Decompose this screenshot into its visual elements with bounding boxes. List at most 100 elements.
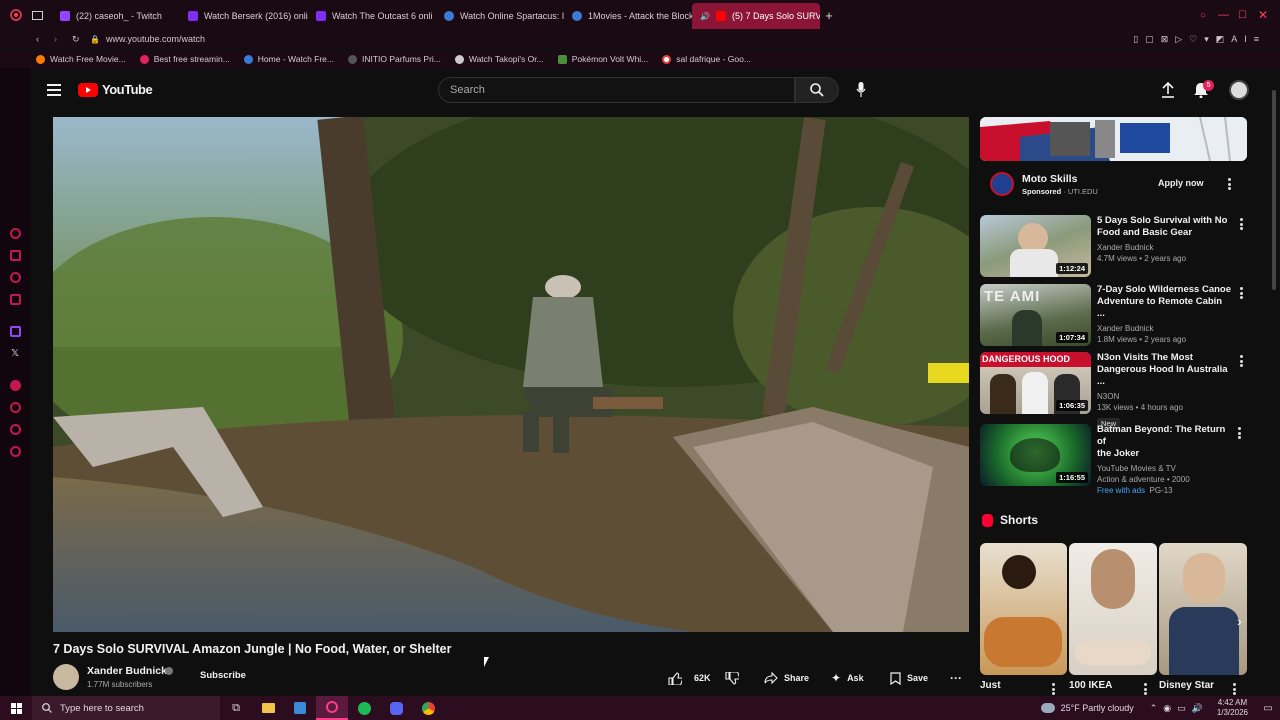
recommendation-channel[interactable]: Xander Budnick [1097, 242, 1232, 253]
twitch-sidebar-icon[interactable] [10, 326, 21, 337]
microphone-icon[interactable] [856, 82, 866, 103]
close-window-button[interactable]: ✕ [1258, 8, 1280, 22]
chrome-icon[interactable] [412, 701, 444, 715]
save-button[interactable]: Save [890, 667, 928, 689]
bookmark[interactable]: Best free streamin... [139, 54, 230, 64]
bookmark[interactable]: Pokémon Volt Whi... [557, 54, 648, 64]
recommendation-menu-icon[interactable] [1240, 287, 1244, 299]
ad-title[interactable]: Moto Skills [1022, 173, 1077, 185]
video-thumbnail[interactable]: 1:16:55 [980, 424, 1091, 486]
recommendation-channel[interactable]: YouTube Movies & TV [1097, 463, 1232, 474]
file-explorer-icon[interactable] [252, 703, 284, 713]
notification-center-icon[interactable]: ▭ [1256, 703, 1280, 714]
windows-start-icon[interactable] [0, 702, 32, 714]
spotify-sidebar-icon[interactable] [10, 380, 21, 391]
bookmarks-bar: Watch Free Movie... Best free streamin..… [0, 50, 1280, 68]
channel-avatar[interactable] [53, 664, 79, 690]
browser-tab-active[interactable]: 🔊 (5) 7 Days Solo SURVI [692, 3, 820, 29]
settings-icon[interactable] [10, 446, 21, 457]
short-thumbnail[interactable] [1159, 543, 1247, 675]
short-thumbnail[interactable] [1069, 543, 1157, 675]
tray-icons[interactable]: ⌃◉▭🔊 [1150, 703, 1209, 714]
back-icon[interactable]: ‹ [36, 34, 54, 44]
share-button[interactable]: Share [764, 667, 809, 689]
site-icon [316, 11, 326, 21]
x-sidebar-icon[interactable]: 𝕏 [11, 348, 19, 359]
weather-status[interactable]: 25°F Partly cloudy [1061, 703, 1134, 713]
clock-icon[interactable] [10, 402, 21, 413]
weather-icon [1040, 703, 1055, 713]
mouse-cursor-icon [484, 657, 489, 667]
short-menu-icon[interactable] [1233, 683, 1237, 695]
reload-icon[interactable]: ↻ [72, 34, 90, 45]
video-player[interactable] [53, 117, 969, 632]
sidebar-app-icon[interactable] [10, 294, 21, 305]
dislike-button[interactable] [725, 667, 739, 689]
browser-tab[interactable]: Watch Berserk (2016) onli [180, 3, 308, 29]
bookmark[interactable]: Home - Watch Fre... [243, 54, 334, 64]
browser-tab[interactable]: Watch The Outcast 6 onli [308, 3, 436, 29]
channel-name[interactable]: Xander Budnick [87, 665, 167, 677]
recommendation-channel[interactable]: Xander Budnick [1097, 323, 1232, 334]
discord-icon[interactable] [380, 701, 412, 715]
maximize-button[interactable]: ☐ [1238, 10, 1258, 21]
bookmark[interactable]: Watch Takopi's Or... [454, 54, 544, 64]
video-thumbnail[interactable]: 1:12:24 [980, 215, 1091, 277]
browser-tab[interactable]: 1Movies - Attack the Block [564, 3, 692, 29]
apply-now-button[interactable]: Apply now [1158, 178, 1204, 188]
like-button[interactable]: 62K [668, 667, 711, 689]
ad-banner-image[interactable] [980, 117, 1247, 161]
recommendation-menu-icon[interactable] [1240, 218, 1244, 230]
recommendation-menu-icon[interactable] [1240, 355, 1244, 367]
task-view-icon[interactable]: ⧉ [220, 702, 252, 715]
sidebar-app-icon[interactable] [10, 250, 21, 261]
url-field[interactable]: www.youtube.com/watch [106, 34, 205, 44]
bookmark[interactable]: INITIO Parfums Pri... [348, 54, 441, 64]
ask-button[interactable]: ✦ Ask [831, 667, 864, 689]
opera-gx-icon[interactable] [316, 696, 348, 720]
sidebar-app-icon[interactable] [10, 424, 21, 435]
spotify-icon[interactable] [348, 701, 380, 715]
new-tab-button[interactable]: + [820, 8, 838, 23]
short-title[interactable]: 100 IKEA [1069, 680, 1112, 691]
recommendation-channel[interactable]: N3ON [1097, 391, 1232, 402]
clock[interactable]: 4:42 AM 1/3/2026 [1217, 698, 1248, 718]
browser-tab[interactable]: (22) caseoh_ - Twitch [52, 3, 180, 29]
bookmark[interactable]: Watch Free Movie... [36, 54, 126, 64]
search-button[interactable] [795, 77, 839, 103]
browser-tab[interactable]: Watch Online Spartacus: I [436, 3, 564, 29]
short-title[interactable]: Just [980, 680, 1001, 691]
video-thumbnail[interactable]: DANGEROUS HOOD 1:06:35 [980, 352, 1091, 414]
taskbar-search[interactable]: Type here to search [32, 696, 220, 720]
recommendation-title-line: Batman Beyond: The Return of [1097, 424, 1226, 447]
short-menu-icon[interactable] [1144, 683, 1148, 695]
avatar[interactable] [1229, 80, 1249, 100]
minimize-button[interactable]: — [1218, 9, 1238, 21]
bookmark-save-icon [890, 671, 901, 685]
short-thumbnail[interactable] [980, 543, 1067, 675]
more-actions-icon[interactable]: ··· [950, 671, 962, 685]
window-search-icon[interactable]: ○ [1200, 10, 1218, 21]
bookmark[interactable]: sal dafrique - Goo... [662, 54, 751, 64]
history-icon[interactable] [10, 228, 21, 239]
youtube-logo[interactable]: YouTube [78, 82, 153, 97]
tab-overview-icon[interactable] [32, 0, 52, 30]
forward-icon[interactable]: › [54, 34, 72, 44]
store-icon[interactable] [284, 702, 316, 714]
recommendation-menu-icon[interactable] [1238, 427, 1242, 439]
page-scrollbar[interactable] [1272, 90, 1276, 290]
browser-menu-icon[interactable] [0, 0, 32, 30]
video-thumbnail[interactable]: TE AMI 1:07:34 [980, 284, 1091, 346]
sidebar-app-icon[interactable] [10, 272, 21, 283]
hamburger-menu-icon[interactable] [47, 84, 61, 96]
short-menu-icon[interactable] [1052, 683, 1056, 695]
ad-menu-icon[interactable] [1228, 178, 1232, 190]
upload-icon[interactable] [1161, 81, 1175, 103]
ad-image [980, 117, 1247, 161]
extension-icons[interactable]: ▯▢⊠▷♡▾◩AI≡ [1133, 34, 1266, 45]
short-title[interactable]: Disney Star [1159, 680, 1214, 691]
subscribe-button[interactable]: Subscribe [200, 670, 246, 681]
audio-icon: 🔊 [700, 11, 710, 21]
shorts-next-icon[interactable]: › [1237, 613, 1242, 629]
search-input[interactable]: Search [438, 77, 795, 103]
